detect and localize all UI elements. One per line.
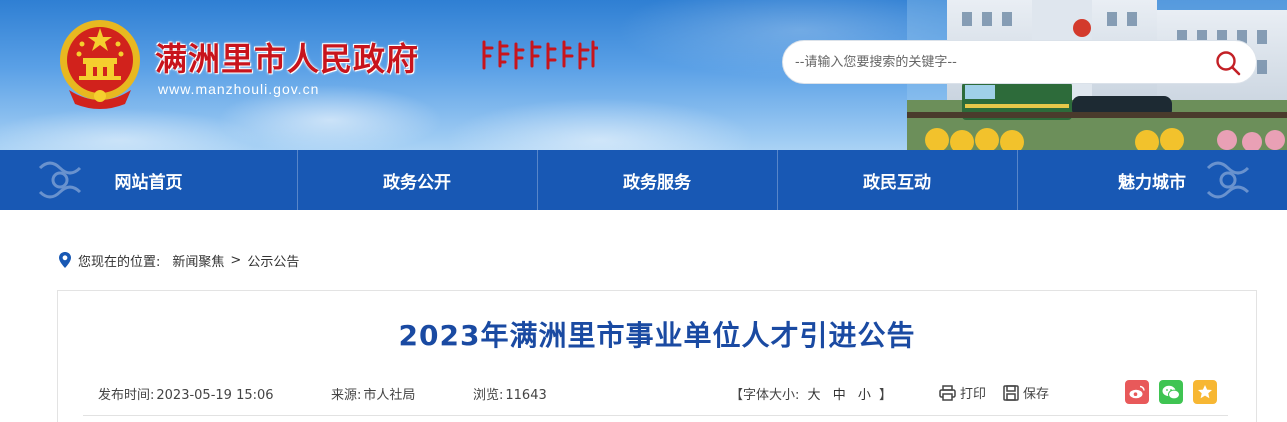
nav-item-interaction[interactable]: 政民互动 bbox=[777, 150, 1017, 210]
meta-divider bbox=[83, 415, 1228, 416]
font-size-control: 【字体大小: 大 中 小 】 bbox=[730, 384, 892, 403]
location-pin-icon bbox=[59, 252, 71, 268]
breadcrumb-link-notices[interactable]: 公示公告 bbox=[247, 251, 299, 270]
publish-time: 发布时间: 2023-05-19 15:06 bbox=[98, 384, 274, 403]
share-wechat-button[interactable] bbox=[1159, 380, 1183, 404]
breadcrumb-link-news[interactable]: 新闻聚焦 bbox=[172, 251, 224, 270]
save-icon bbox=[1003, 384, 1019, 401]
publish-time-label: 发布时间: bbox=[98, 388, 155, 403]
search-icon bbox=[1216, 51, 1241, 76]
save-label: 保存 bbox=[1023, 387, 1050, 402]
font-size-medium[interactable]: 中 bbox=[833, 388, 846, 403]
nav-item-gov-services[interactable]: 政务服务 bbox=[537, 150, 777, 210]
print-button[interactable]: 打印 bbox=[939, 383, 986, 402]
mongolian-script-logo bbox=[482, 40, 598, 70]
national-emblem-icon bbox=[60, 20, 140, 109]
print-label: 打印 bbox=[960, 387, 987, 402]
breadcrumb: 您现在的位置: 新闻聚焦 > 公示公告 bbox=[58, 250, 299, 270]
search-input[interactable] bbox=[795, 49, 1195, 75]
nav-item-gov-affairs-open[interactable]: 政务公开 bbox=[297, 150, 537, 210]
font-size-close: 】 bbox=[879, 388, 893, 403]
search-button[interactable] bbox=[1214, 49, 1242, 77]
share-weibo-button[interactable] bbox=[1125, 380, 1149, 404]
site-title[interactable]: 满洲里市人民政府 bbox=[155, 34, 419, 80]
source-value: 市人社局 bbox=[363, 388, 416, 403]
nav-item-charming-city[interactable]: 魅力城市 bbox=[1017, 150, 1287, 210]
main-nav: 网站首页 政务公开 政务服务 政民互动 魅力城市 bbox=[0, 150, 1287, 210]
view-count-value: 11643 bbox=[505, 388, 547, 403]
header-banner: 满洲里市人民政府 www.manzhouli.gov.cn bbox=[0, 0, 1287, 150]
breadcrumb-separator: > bbox=[230, 252, 242, 268]
article-title: 2023年满洲里市事业单位人才引进公告 bbox=[398, 319, 916, 352]
favorite-button[interactable] bbox=[1193, 380, 1217, 404]
printer-icon bbox=[939, 384, 956, 401]
publish-time-value: 2023-05-19 15:06 bbox=[156, 388, 274, 403]
save-button[interactable]: 保存 bbox=[1003, 383, 1049, 402]
site-url[interactable]: www.manzhouli.gov.cn bbox=[158, 81, 319, 97]
weibo-icon bbox=[1129, 385, 1145, 399]
font-size-small[interactable]: 小 bbox=[858, 388, 871, 403]
search-box bbox=[782, 40, 1257, 84]
source-label: 来源: bbox=[331, 388, 362, 403]
nav-item-home[interactable]: 网站首页 bbox=[0, 150, 297, 210]
view-count: 浏览: 11643 bbox=[473, 384, 547, 403]
breadcrumb-prefix: 您现在的位置: bbox=[78, 254, 161, 270]
font-size-large[interactable]: 大 bbox=[808, 388, 821, 403]
star-icon bbox=[1198, 385, 1212, 399]
view-count-label: 浏览: bbox=[473, 388, 504, 403]
source: 来源: 市人社局 bbox=[331, 384, 415, 403]
font-size-open: 【字体大小: bbox=[730, 388, 800, 403]
article-panel: 2023年满洲里市事业单位人才引进公告 发布时间: 2023-05-19 15:0… bbox=[57, 290, 1257, 422]
wechat-icon bbox=[1162, 385, 1180, 399]
